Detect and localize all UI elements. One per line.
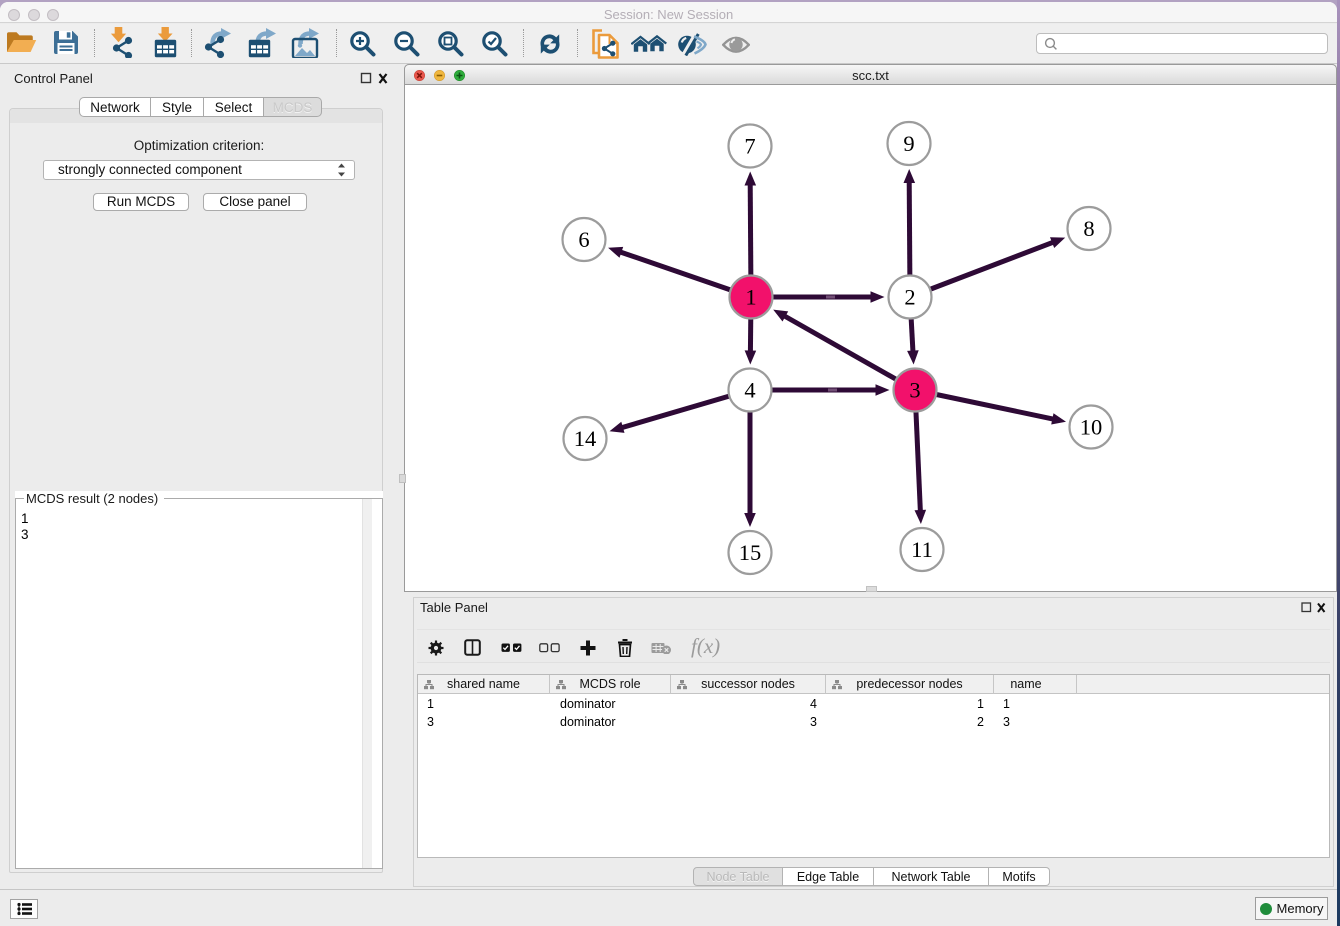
svg-text:7: 7 — [744, 134, 755, 159]
svg-text:9: 9 — [903, 131, 914, 156]
svg-text:15: 15 — [739, 540, 762, 565]
svg-text:11: 11 — [911, 537, 933, 562]
svg-text:8: 8 — [1083, 216, 1094, 241]
svg-text:10: 10 — [1080, 415, 1103, 440]
svg-text:3: 3 — [909, 378, 920, 403]
svg-text:2: 2 — [904, 285, 915, 310]
svg-text:6: 6 — [578, 227, 589, 252]
svg-text:1: 1 — [745, 285, 756, 310]
svg-text:14: 14 — [574, 426, 597, 451]
svg-text:4: 4 — [744, 378, 755, 403]
